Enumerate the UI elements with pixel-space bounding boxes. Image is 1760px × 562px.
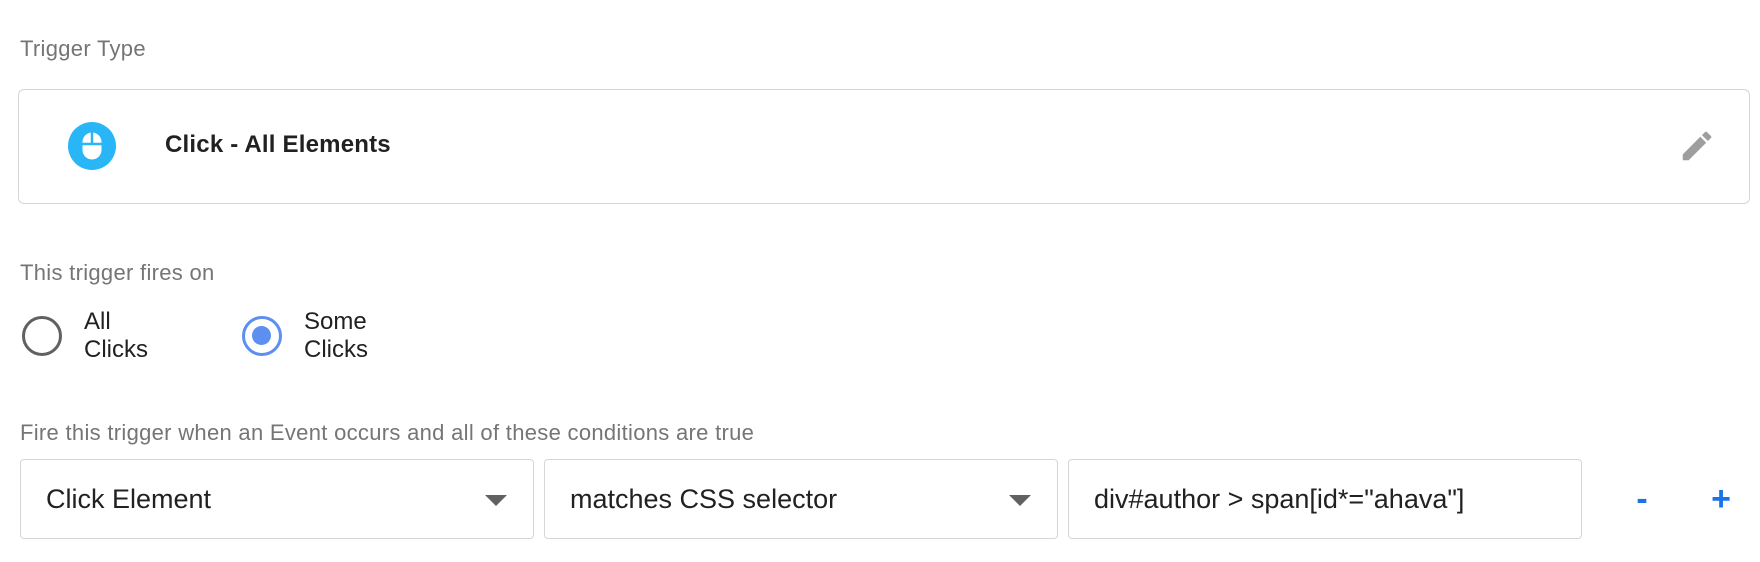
condition-value-input[interactable]: div#author > span[id*="ahava"]: [1068, 459, 1582, 539]
trigger-type-name: Click - All Elements: [165, 131, 391, 158]
remove-condition-button[interactable]: -: [1622, 477, 1662, 521]
mouse-icon: [68, 122, 116, 170]
trigger-type-label: Trigger Type: [20, 36, 146, 61]
add-condition-button[interactable]: +: [1701, 477, 1741, 521]
dropdown-arrow-icon: [485, 495, 507, 506]
condition-variable-select[interactable]: Click Element: [20, 459, 534, 539]
radio-label-some-clicks: Some Clicks: [304, 308, 368, 363]
radio-all-clicks[interactable]: All Clicks: [22, 308, 148, 363]
radio-unchecked-icon[interactable]: [22, 316, 62, 356]
radio-some-clicks[interactable]: Some Clicks: [242, 308, 368, 363]
fires-on-label: This trigger fires on: [20, 260, 215, 285]
radio-label-all-clicks: All Clicks: [84, 308, 148, 363]
dropdown-arrow-icon: [1009, 495, 1031, 506]
condition-value-text: div#author > span[id*="ahava"]: [1094, 483, 1465, 514]
trigger-type-card[interactable]: Click - All Elements: [18, 89, 1750, 204]
radio-checked-icon[interactable]: [242, 316, 282, 356]
condition-operator-select[interactable]: matches CSS selector: [544, 459, 1058, 539]
condition-variable-value: Click Element: [46, 483, 212, 514]
conditions-label: Fire this trigger when an Event occurs a…: [20, 420, 755, 445]
condition-operator-value: matches CSS selector: [570, 483, 838, 514]
pencil-icon[interactable]: [1675, 124, 1719, 168]
